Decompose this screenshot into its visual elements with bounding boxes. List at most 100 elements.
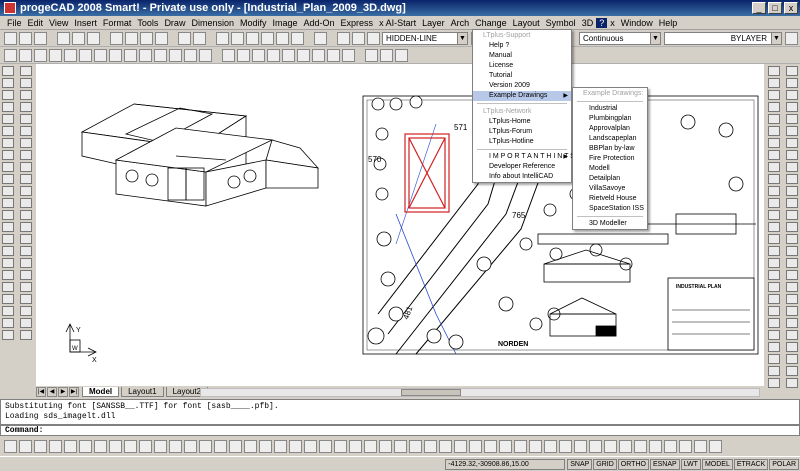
- bottom-tool-icon[interactable]: [574, 440, 587, 453]
- right-a-tool-icon[interactable]: [768, 210, 780, 220]
- bottom-tool-icon[interactable]: [499, 440, 512, 453]
- menu-item-ltplus-home[interactable]: LTplus-Home: [473, 117, 571, 127]
- left-modify-tool-icon[interactable]: [20, 270, 32, 280]
- right-b-tool-icon[interactable]: [786, 258, 798, 268]
- right-b-tool-icon[interactable]: [786, 66, 798, 76]
- print-icon[interactable]: [57, 31, 70, 45]
- left-modify-tool-icon[interactable]: [20, 102, 32, 112]
- menu-item-example[interactable]: Detailplan: [573, 174, 647, 184]
- tab-last-icon[interactable]: ▶|: [69, 387, 79, 397]
- bottom-tool-icon[interactable]: [589, 440, 602, 453]
- left-draw-tool-icon[interactable]: [2, 246, 14, 256]
- command-input[interactable]: Command:: [0, 425, 800, 436]
- left-draw-tool-icon[interactable]: [2, 258, 14, 268]
- left-modify-tool-icon[interactable]: [20, 222, 32, 232]
- save-icon[interactable]: [34, 31, 47, 45]
- menu-item-help[interactable]: Help ?: [473, 41, 571, 51]
- right-a-tool-icon[interactable]: [768, 330, 780, 340]
- right-b-tool-icon[interactable]: [786, 174, 798, 184]
- right-b-tool-icon[interactable]: [786, 162, 798, 172]
- menu-item-developer-reference[interactable]: Developer Reference: [473, 162, 571, 172]
- menu-item-example[interactable]: Fire Protection: [573, 154, 647, 164]
- left-modify-tool-icon[interactable]: [20, 162, 32, 172]
- tab-first-icon[interactable]: |◀: [36, 387, 46, 397]
- left-modify-tool-icon[interactable]: [20, 66, 32, 76]
- bottom-tool-icon[interactable]: [139, 440, 152, 453]
- minimize-button[interactable]: _: [752, 2, 766, 14]
- chevron-down-icon[interactable]: ▼: [457, 32, 467, 44]
- bottom-tool-icon[interactable]: [634, 440, 647, 453]
- menu-dimension[interactable]: Dimension: [188, 18, 237, 28]
- menu-change[interactable]: Change: [472, 18, 510, 28]
- right-b-tool-icon[interactable]: [786, 210, 798, 220]
- menu-item-info-intellicad[interactable]: Info about IntelliCAD: [473, 172, 571, 182]
- image-clip-icon[interactable]: [380, 48, 393, 62]
- print-preview-icon[interactable]: [72, 31, 85, 45]
- right-a-tool-icon[interactable]: [768, 162, 780, 172]
- left-draw-tool-icon[interactable]: [2, 66, 14, 76]
- left-modify-tool-icon[interactable]: [20, 138, 32, 148]
- esnap-toggle[interactable]: ESNAP: [649, 458, 680, 470]
- scrollbar-thumb[interactable]: [401, 389, 461, 396]
- right-a-tool-icon[interactable]: [768, 234, 780, 244]
- right-a-tool-icon[interactable]: [768, 366, 780, 376]
- center-mark-icon[interactable]: [312, 48, 325, 62]
- point-icon[interactable]: [154, 48, 167, 62]
- menu-layer[interactable]: Layer: [419, 18, 448, 28]
- left-draw-tool-icon[interactable]: [2, 270, 14, 280]
- bottom-tool-icon[interactable]: [109, 440, 122, 453]
- right-a-tool-icon[interactable]: [768, 354, 780, 364]
- left-draw-tool-icon[interactable]: [2, 102, 14, 112]
- left-modify-tool-icon[interactable]: [20, 294, 32, 304]
- right-a-tool-icon[interactable]: [768, 318, 780, 328]
- left-modify-tool-icon[interactable]: [20, 78, 32, 88]
- left-draw-tool-icon[interactable]: [2, 210, 14, 220]
- left-draw-tool-icon[interactable]: [2, 186, 14, 196]
- bottom-tool-icon[interactable]: [274, 440, 287, 453]
- right-b-tool-icon[interactable]: [786, 198, 798, 208]
- layer-combo[interactable]: HIDDEN-LINE ▼: [382, 31, 468, 45]
- right-a-tool-icon[interactable]: [768, 150, 780, 160]
- left-modify-tool-icon[interactable]: [20, 114, 32, 124]
- menu-item-example[interactable]: Landscapeplan: [573, 134, 647, 144]
- right-a-tool-icon[interactable]: [768, 306, 780, 316]
- left-draw-tool-icon[interactable]: [2, 282, 14, 292]
- right-b-tool-icon[interactable]: [786, 138, 798, 148]
- bottom-tool-icon[interactable]: [649, 440, 662, 453]
- menu-item-ltplus-forum[interactable]: LTplus-Forum: [473, 127, 571, 137]
- layer-manager-icon[interactable]: [337, 31, 350, 45]
- right-a-tool-icon[interactable]: [768, 78, 780, 88]
- left-draw-tool-icon[interactable]: [2, 198, 14, 208]
- bottom-tool-icon[interactable]: [544, 440, 557, 453]
- bottom-tool-icon[interactable]: [604, 440, 617, 453]
- close-button[interactable]: x: [784, 2, 798, 14]
- right-b-tool-icon[interactable]: [786, 342, 798, 352]
- properties-icon[interactable]: [291, 31, 304, 45]
- menu-item-example[interactable]: Plumbingplan: [573, 114, 647, 124]
- menu-x[interactable]: x: [607, 18, 618, 28]
- grid-toggle[interactable]: GRID: [593, 458, 617, 470]
- block-icon[interactable]: [169, 48, 182, 62]
- menu-format[interactable]: Format: [100, 18, 135, 28]
- menu-view[interactable]: View: [46, 18, 71, 28]
- right-a-tool-icon[interactable]: [768, 114, 780, 124]
- menu-item-manual[interactable]: Manual: [473, 51, 571, 61]
- left-draw-tool-icon[interactable]: [2, 306, 14, 316]
- menu-item-example[interactable]: Rietveld House: [573, 194, 647, 204]
- right-b-tool-icon[interactable]: [786, 282, 798, 292]
- left-modify-tool-icon[interactable]: [20, 330, 32, 340]
- bottom-tool-icon[interactable]: [19, 440, 32, 453]
- spline-icon[interactable]: [109, 48, 122, 62]
- bottom-tool-icon[interactable]: [124, 440, 137, 453]
- bottom-tool-icon[interactable]: [319, 440, 332, 453]
- line-icon[interactable]: [4, 48, 17, 62]
- right-b-tool-icon[interactable]: [786, 270, 798, 280]
- bottom-tool-icon[interactable]: [259, 440, 272, 453]
- polyline-icon[interactable]: [19, 48, 32, 62]
- dim-linear-icon[interactable]: [222, 48, 235, 62]
- menu-help[interactable]: Help: [656, 18, 681, 28]
- right-a-tool-icon[interactable]: [768, 246, 780, 256]
- menu-window[interactable]: Window: [618, 18, 656, 28]
- right-b-tool-icon[interactable]: [786, 150, 798, 160]
- right-a-tool-icon[interactable]: [768, 126, 780, 136]
